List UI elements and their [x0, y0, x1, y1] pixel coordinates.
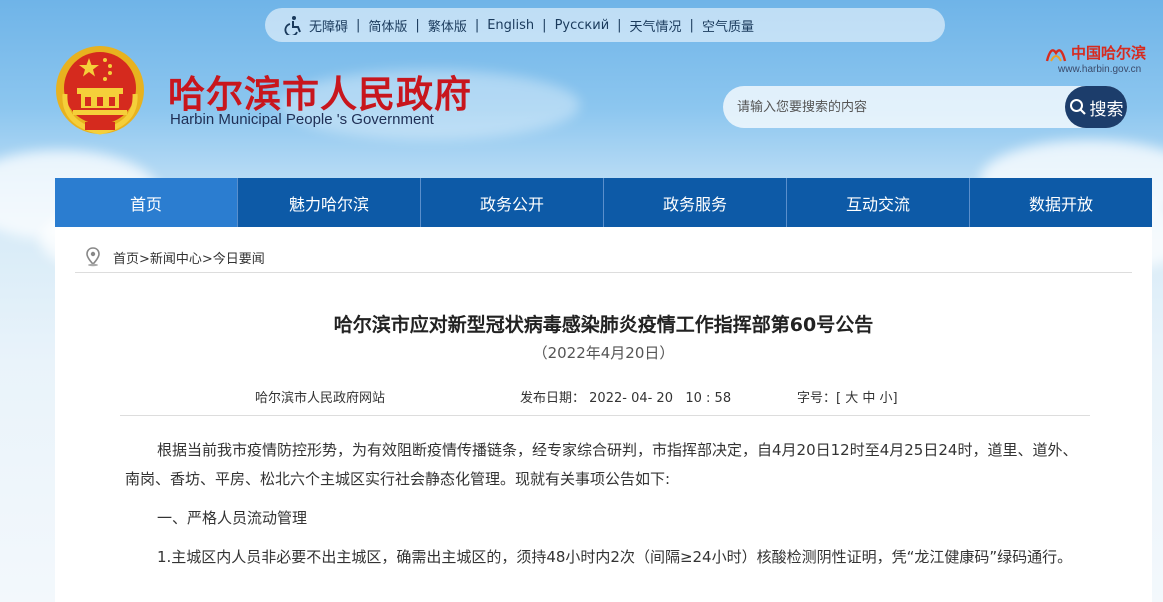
- search-button-label: 搜索: [1089, 99, 1124, 120]
- top-utility-bar: 无障碍 | 简体版 | 繁体版 | English | Русский | 天气…: [265, 8, 945, 42]
- divider: [75, 272, 1132, 273]
- harbin-logo-icon: [1045, 48, 1067, 61]
- topbar-link-english[interactable]: English: [487, 18, 534, 33]
- site-subtitle: Harbin Municipal People 's Government: [170, 111, 434, 128]
- nav-item-gov-services[interactable]: 政务服务: [604, 178, 787, 227]
- divider: [120, 415, 1090, 416]
- accessibility-icon[interactable]: [283, 14, 305, 36]
- topbar-link-weather[interactable]: 天气情况: [630, 16, 682, 35]
- font-size-label: 字号：[: [797, 391, 842, 406]
- topbar-link-simplified[interactable]: 简体版: [368, 16, 407, 35]
- publish-date-value: 2022- 04- 20 10 : 58: [589, 391, 732, 406]
- topbar-separator: |: [542, 17, 547, 33]
- breadcrumb: 首页>新闻中心>今日要闻: [85, 247, 265, 267]
- topbar-link-russian[interactable]: Русский: [555, 18, 610, 33]
- article-paragraph: 1.主城区内人员非必要不出主城区，确需出主城区的，须持48小时内2次（间隔≥24…: [157, 548, 1073, 566]
- main-nav: 首页 魅力哈尔滨 政务公开 政务服务 互动交流 数据开放: [55, 178, 1152, 227]
- topbar-separator: |: [415, 17, 420, 33]
- search-icon: [1069, 99, 1086, 115]
- topbar-link-accessibility[interactable]: 无障碍: [309, 16, 348, 35]
- topbar-link-air-quality[interactable]: 空气质量: [702, 16, 754, 35]
- topbar-link-traditional[interactable]: 繁体版: [428, 16, 467, 35]
- publish-date: 发布日期： 2022- 04- 20 10 : 58: [520, 387, 731, 406]
- font-size-end: ]: [892, 391, 898, 406]
- harbin-site-url: www.harbin.gov.cn: [1058, 64, 1142, 75]
- font-size-small-button[interactable]: 小: [880, 391, 893, 406]
- font-size-medium-button[interactable]: 中: [862, 391, 875, 406]
- nav-item-gov-affairs-open[interactable]: 政务公开: [421, 178, 604, 227]
- article-title: 哈尔滨市应对新型冠状病毒感染肺炎疫情工作指挥部第60号公告: [333, 314, 874, 336]
- article-source: 哈尔滨市人民政府网站: [255, 391, 386, 406]
- font-size-control: 字号：[ 大 中 小]: [797, 387, 898, 406]
- site-title: 哈尔滨市人民政府: [168, 72, 472, 116]
- nav-item-home[interactable]: 首页: [55, 178, 238, 227]
- font-size-large-button[interactable]: 大: [845, 391, 858, 406]
- nav-item-interaction[interactable]: 互动交流: [787, 178, 970, 227]
- harbin-logo-text: 中国哈尔滨: [1071, 44, 1147, 62]
- topbar-separator: |: [474, 17, 480, 33]
- content-panel: 首页>新闻中心>今日要闻 哈尔滨市应对新型冠状病毒感染肺炎疫情工作指挥部第60号…: [55, 227, 1152, 602]
- nav-item-open-data[interactable]: 数据开放: [970, 178, 1152, 227]
- topbar-separator: |: [689, 17, 694, 33]
- article-paragraph: 根据当前我市疫情防控形势，为有效阻断疫情传播链条，经专家综合研判，市指挥部决定，…: [125, 441, 1078, 488]
- nav-item-charm-harbin[interactable]: 魅力哈尔滨: [238, 178, 421, 227]
- search-box: 搜索: [723, 86, 1127, 128]
- topbar-separator: |: [356, 17, 361, 33]
- article-date: （2022年4月20日）: [532, 344, 675, 362]
- location-pin-icon: [86, 247, 100, 267]
- harbin-city-logo[interactable]: 中国哈尔滨: [1045, 42, 1146, 63]
- breadcrumb-text[interactable]: 首页>新闻中心>今日要闻: [113, 248, 265, 267]
- search-input[interactable]: [737, 86, 1057, 128]
- topbar-separator: |: [617, 17, 622, 33]
- national-emblem-icon: [55, 44, 145, 136]
- article-paragraph: 一、严格人员流动管理: [157, 509, 308, 527]
- search-button[interactable]: 搜索: [1065, 86, 1127, 128]
- publish-date-label: 发布日期：: [520, 391, 586, 406]
